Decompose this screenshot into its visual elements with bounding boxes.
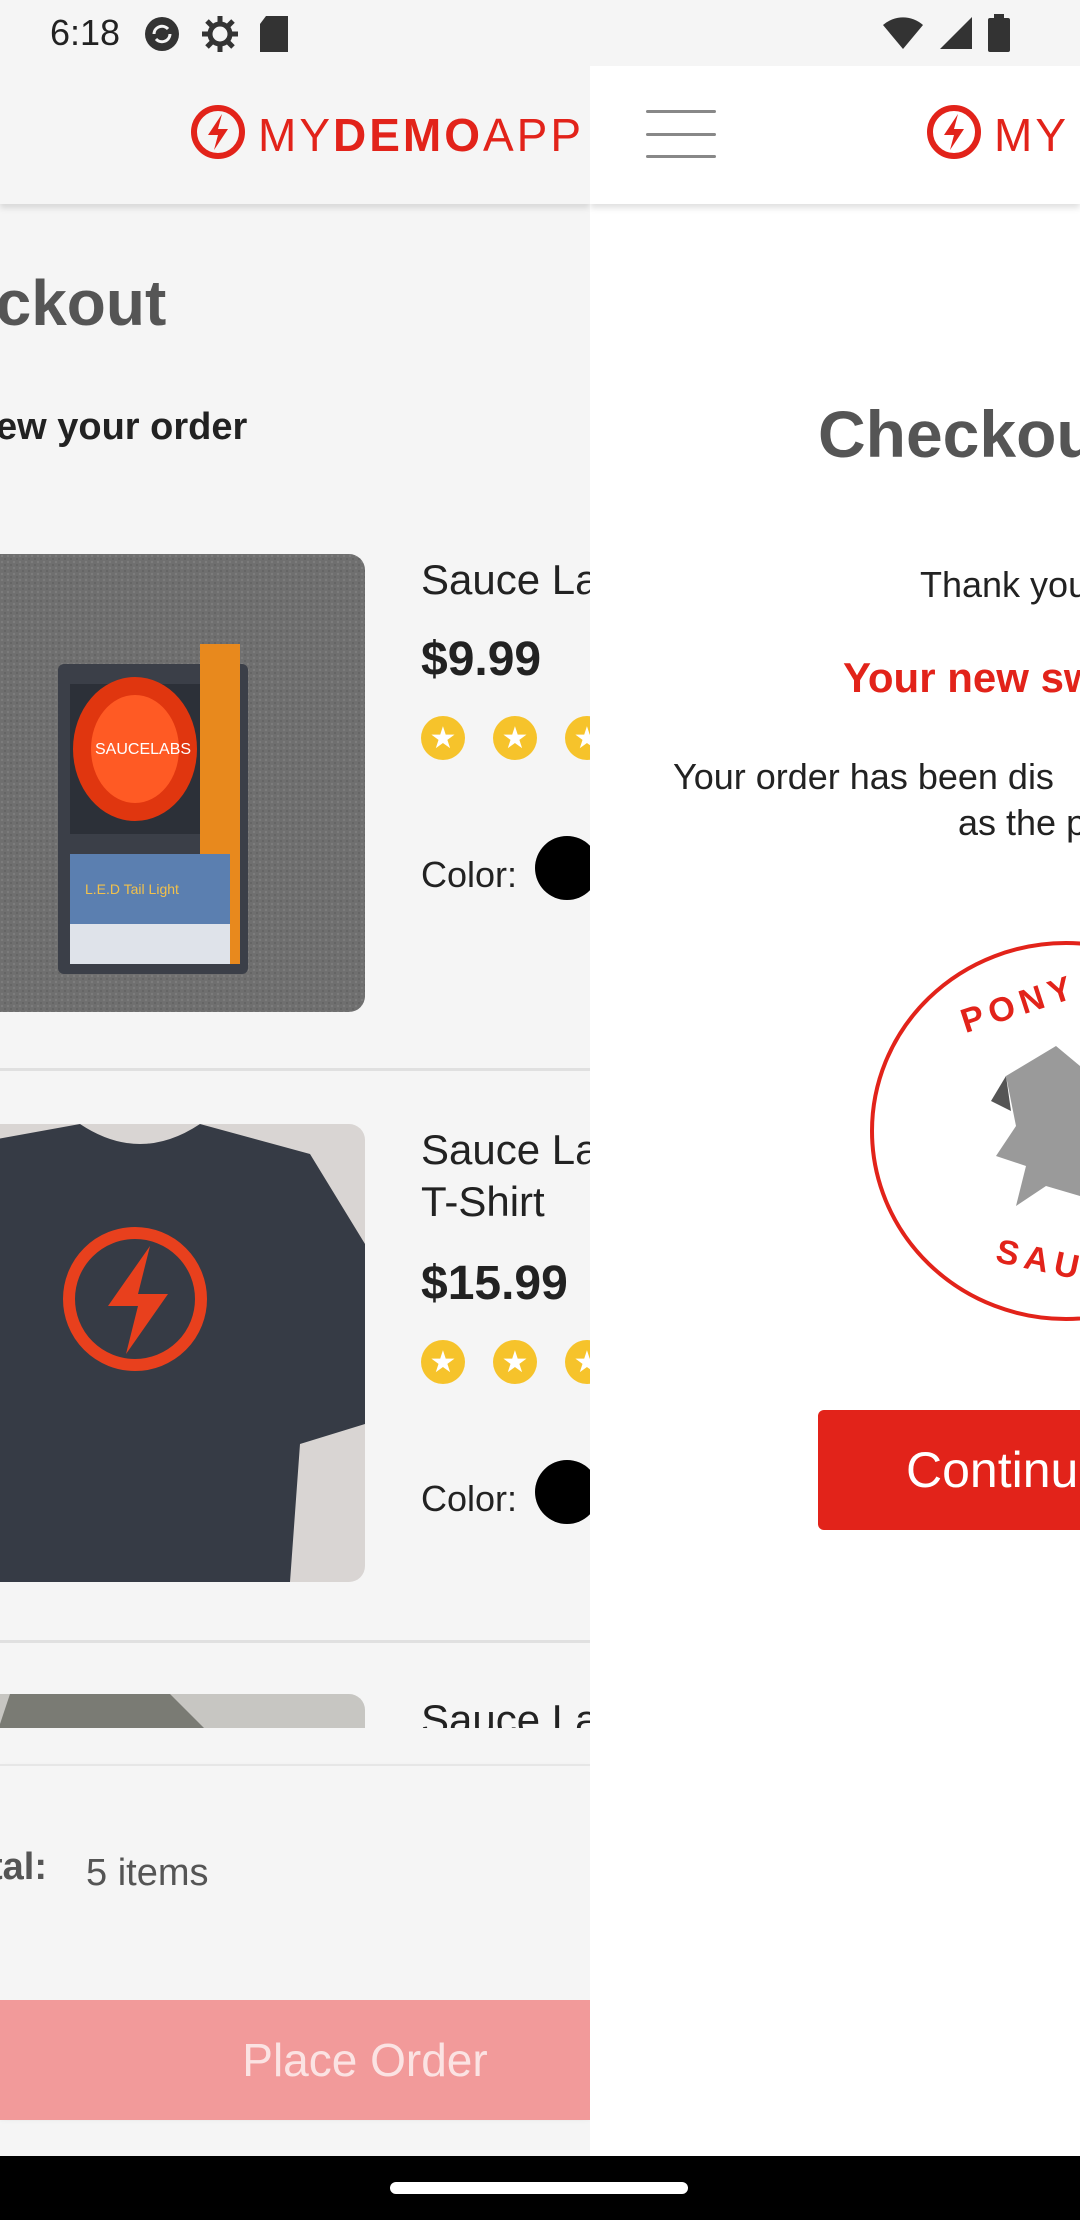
item-price: $15.99 — [421, 1257, 568, 1310]
status-time: 6:18 — [50, 12, 121, 53]
thank-you-text: Thank you — [920, 564, 1080, 605]
brand-bolt-icon — [926, 104, 982, 165]
battery-icon — [988, 14, 1010, 57]
cellular-icon — [938, 15, 974, 56]
pony-express-badge-icon: PONY SAU — [866, 936, 1080, 1341]
brand-my: MY — [994, 108, 1069, 161]
color-label: Color: — [421, 854, 518, 895]
checkout-complete-page: MY Checkou Thank you Your new sw Your or… — [590, 66, 1080, 2156]
place-order-button[interactable]: Place Order — [0, 2000, 590, 2120]
screen: 6:18 MYDEMOAPP ckout ew your order SAUCE… — [0, 0, 1080, 2220]
star-icon: ★ — [493, 716, 537, 760]
sync-icon — [142, 14, 182, 59]
divider — [0, 1068, 590, 1071]
app-header: MY — [590, 66, 1080, 204]
dispatch-text-line2: as the p — [958, 802, 1080, 843]
rating-stars: ★ ★ ★ — [421, 716, 590, 760]
continue-shopping-button[interactable]: Continu — [818, 1410, 1080, 1530]
status-bar: 6:18 — [0, 0, 1080, 66]
checkout-review-page: MYDEMOAPP eckout ew your order SAUCELABS… — [0, 66, 590, 2156]
total-label: tal: — [0, 1846, 47, 1888]
brand-bolt-icon — [190, 104, 246, 165]
color-swatch-black — [535, 1460, 590, 1524]
shipping-message: Your new sw — [843, 654, 1080, 701]
color-swatch-black — [535, 836, 590, 900]
brand-demo: DEMO — [333, 108, 483, 161]
list-item[interactable]: Sauce La — [0, 1694, 590, 1728]
item-price: $9.99 — [421, 633, 542, 686]
star-icon: ★ — [565, 1340, 590, 1384]
wifi-icon — [882, 15, 924, 56]
rating-stars: ★ ★ ★ — [421, 1340, 590, 1384]
bike-light-icon: SAUCELABS L.E.D Tail Light — [0, 554, 365, 1012]
brand-app: APP — [483, 108, 585, 161]
item-name: Sauce La — [421, 556, 590, 603]
jacket-icon — [0, 1694, 365, 1728]
item-name-line2: T-Shirt — [421, 1178, 545, 1225]
page-title: eckout — [0, 267, 167, 339]
tshirt-icon — [0, 1124, 365, 1582]
badge-text-bottom: SAU — [993, 1232, 1080, 1288]
star-icon: ★ — [421, 1340, 465, 1384]
star-icon: ★ — [421, 716, 465, 760]
brand-logo[interactable]: MYDEMOAPP — [190, 104, 584, 165]
divider — [0, 1640, 590, 1643]
settings-icon — [200, 14, 240, 59]
menu-icon[interactable] — [646, 110, 716, 158]
sd-card-icon — [258, 14, 290, 59]
item-name-line1: Sauce La — [421, 1126, 590, 1173]
navigation-bar — [0, 2156, 1080, 2220]
review-order-heading: ew your order — [0, 406, 248, 448]
dispatch-text-line1: Your order has been dis — [673, 756, 1054, 797]
color-label: Color: — [421, 1478, 518, 1519]
item-name: Sauce La — [421, 1696, 590, 1728]
svg-text:SAUCELABS: SAUCELABS — [95, 741, 191, 758]
brand-logo[interactable]: MY — [926, 104, 1069, 165]
brand-my: MY — [258, 108, 333, 161]
app-header: MYDEMOAPP — [0, 66, 590, 204]
svg-text:L.E.D Tail Light: L.E.D Tail Light — [85, 881, 179, 897]
order-total-bar: tal: 5 items Place Order — [0, 1764, 590, 2120]
total-items-count: 5 items — [86, 1852, 209, 1894]
page-title: Checkou — [818, 397, 1080, 471]
star-icon: ★ — [565, 716, 590, 760]
badge-text-top: PONY — [956, 968, 1080, 1041]
star-icon: ★ — [493, 1340, 537, 1384]
home-gesture-handle[interactable] — [390, 2182, 688, 2194]
